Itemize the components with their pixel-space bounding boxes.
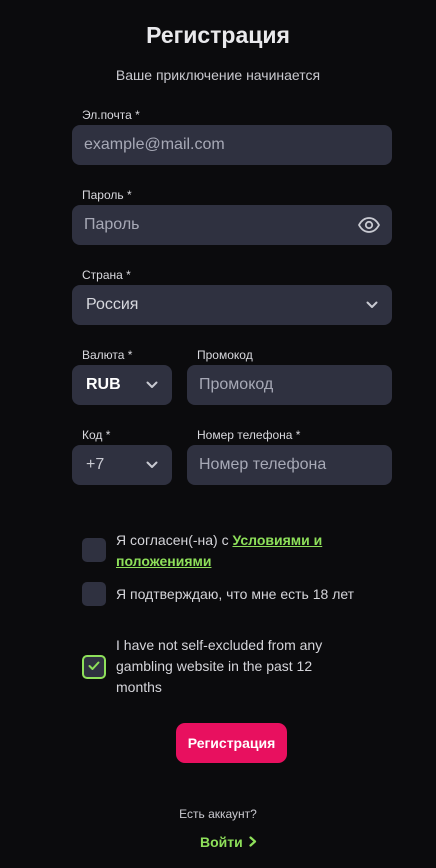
phone-code-select[interactable]: +7 xyxy=(72,445,172,485)
password-label: Пароль * xyxy=(82,188,132,202)
page-title: Регистрация xyxy=(146,22,290,48)
email-field[interactable] xyxy=(84,136,380,154)
phone-field-container xyxy=(187,445,392,485)
eye-icon[interactable] xyxy=(358,214,380,236)
terms-checkbox[interactable] xyxy=(82,538,106,562)
terms-text: Я согласен(-на) с Условиями и положениям… xyxy=(116,530,356,572)
login-link[interactable]: Войти xyxy=(200,834,257,850)
phone-label: Номер телефона * xyxy=(197,428,301,442)
country-label: Страна * xyxy=(82,268,131,282)
terms-prefix: Я согласен(-на) с xyxy=(116,532,233,548)
phone-code-label: Код * xyxy=(82,428,111,442)
promo-label: Промокод xyxy=(197,348,253,362)
page-subtitle: Ваше приключение начинается xyxy=(115,67,321,83)
country-select[interactable]: Россия xyxy=(72,285,392,325)
currency-value: RUB xyxy=(86,376,121,393)
check-icon xyxy=(88,658,100,676)
self-excluded-text: I have not self-excluded from any gambli… xyxy=(116,637,323,695)
chevron-down-icon xyxy=(146,459,158,471)
country-value: Россия xyxy=(86,296,139,313)
email-field-container xyxy=(72,125,392,165)
chevron-down-icon xyxy=(146,379,158,391)
promo-field[interactable] xyxy=(199,376,380,394)
password-field[interactable] xyxy=(84,216,358,234)
currency-select[interactable]: RUB xyxy=(72,365,172,405)
age-checkbox[interactable] xyxy=(82,582,106,606)
password-field-container xyxy=(72,205,392,245)
phone-field[interactable] xyxy=(199,456,380,474)
chevron-right-icon xyxy=(249,834,257,850)
register-button[interactable]: Регистрация xyxy=(176,723,287,763)
phone-code-value: +7 xyxy=(86,456,105,473)
currency-label: Валюта * xyxy=(82,348,133,362)
self-excluded-checkbox[interactable] xyxy=(82,655,106,679)
promo-field-container xyxy=(187,365,392,405)
email-label: Эл.почта * xyxy=(82,108,140,122)
have-account-text: Есть аккаунт? xyxy=(179,807,257,821)
chevron-down-icon xyxy=(366,299,378,311)
age-text: Я подтверждаю, что мне есть 18 лет xyxy=(116,586,355,602)
login-label: Войти xyxy=(200,834,243,850)
